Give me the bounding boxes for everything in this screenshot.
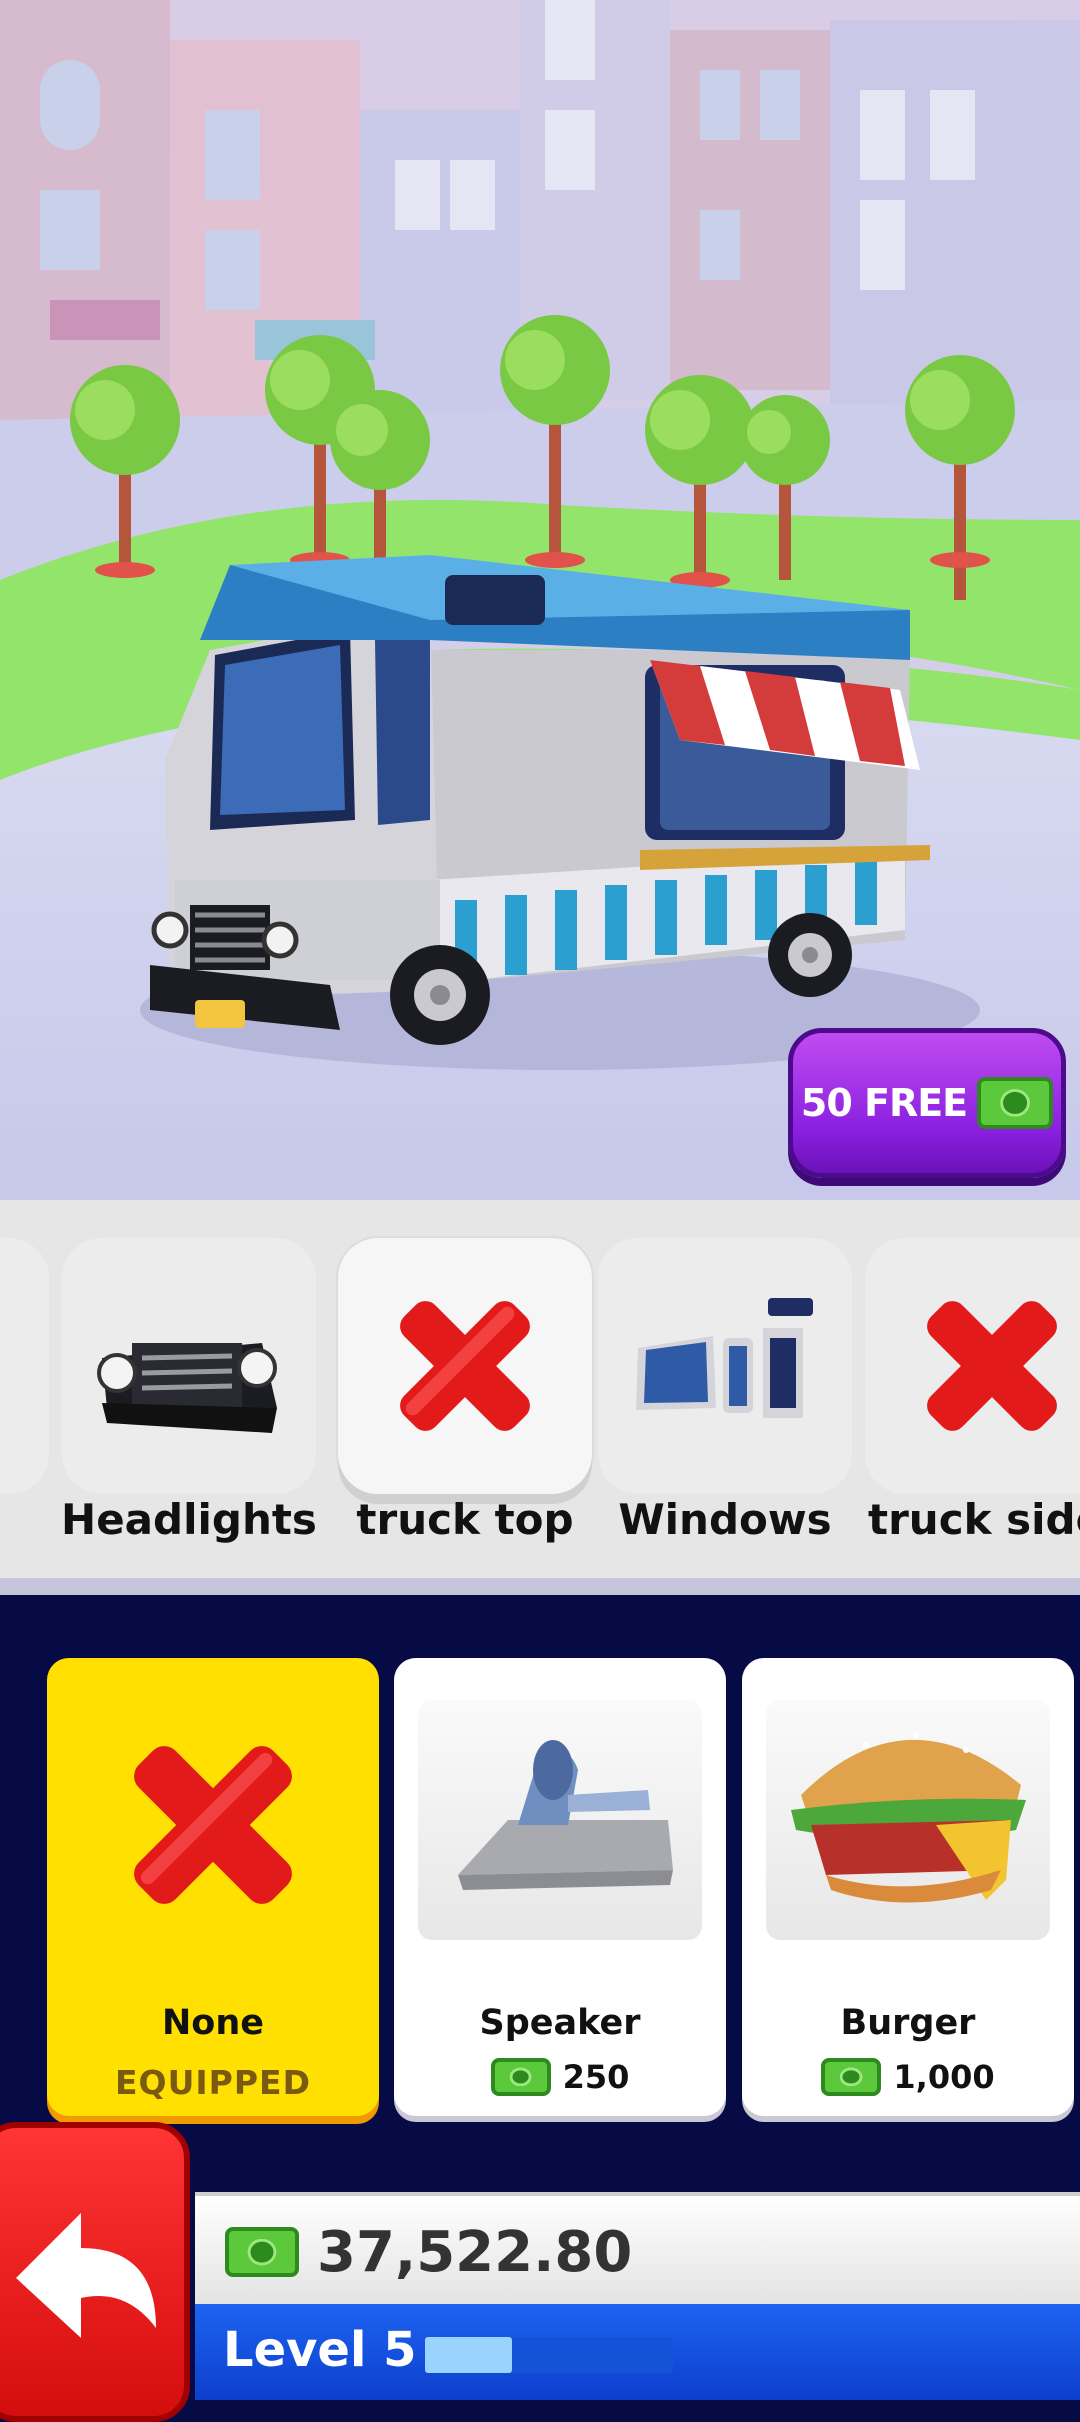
red-x-icon — [400, 1301, 530, 1431]
tab-headlights-label: Headlights — [61, 1495, 317, 1544]
item-card-none[interactable]: None EQUIPPED — [47, 1658, 379, 2116]
item-name: None — [162, 2003, 264, 2043]
tab-strip-border — [0, 1578, 1080, 1595]
windows-icon — [636, 1298, 813, 1418]
tab-windows[interactable] — [598, 1238, 852, 1494]
item-price: 1,000 — [742, 2058, 1074, 2096]
tab-truck-top-label: truck top — [356, 1495, 574, 1544]
free-cash-button[interactable]: 50 FREE — [788, 1028, 1066, 1178]
food-truck-scene-illustration — [0, 0, 1080, 1200]
tab-truck-side[interactable] — [865, 1238, 1080, 1494]
burger-icon — [791, 1732, 1026, 1903]
red-x-icon — [927, 1301, 1057, 1431]
item-price-value: 1,000 — [893, 2058, 995, 2096]
free-cash-label: 50 FREE — [800, 1081, 968, 1125]
speaker-horn-icon — [458, 1740, 673, 1890]
equipped-status: EQUIPPED — [115, 2063, 311, 2102]
category-tab-strip[interactable]: g Headlights truck top — [0, 1200, 1080, 1595]
item-card-speaker[interactable]: Speaker 250 — [394, 1658, 726, 2116]
tab-truck-side-label: truck side — [868, 1495, 1080, 1544]
cash-icon — [821, 2058, 882, 2096]
item-price-value: 250 — [562, 2058, 630, 2096]
item-image — [766, 1700, 1050, 1940]
level-bar: Level 5 — [195, 2304, 1080, 2400]
cash-icon — [977, 1077, 1054, 1129]
cash-icon — [225, 2227, 299, 2277]
level-label: Level 5 — [223, 2322, 417, 2378]
cash-icon — [490, 2058, 551, 2096]
tab-previous-category[interactable] — [0, 1238, 49, 1494]
red-x-icon — [134, 1746, 292, 1904]
item-image — [71, 1700, 355, 1940]
money-display: 37,522.80 — [195, 2192, 1080, 2308]
back-button[interactable] — [0, 2122, 190, 2422]
item-card-burger[interactable]: Burger 1,000 — [742, 1658, 1074, 2116]
item-name: Burger — [840, 2003, 976, 2043]
item-name: Speaker — [479, 2003, 641, 2043]
level-progress-track — [425, 2337, 673, 2373]
tab-truck-top[interactable] — [338, 1238, 592, 1494]
game-scene: 50 FREE — [0, 0, 1080, 1200]
tab-headlights[interactable] — [62, 1238, 316, 1494]
level-progress-fill — [425, 2337, 512, 2373]
tab-windows-label: Windows — [618, 1495, 832, 1544]
back-arrow-icon — [16, 2213, 156, 2338]
money-balance: 37,522.80 — [317, 2219, 633, 2285]
item-price: 250 — [394, 2058, 726, 2096]
tab-previous-category-label: g — [0, 1495, 20, 1544]
headlights-icon — [97, 1343, 277, 1433]
item-image — [418, 1700, 702, 1940]
